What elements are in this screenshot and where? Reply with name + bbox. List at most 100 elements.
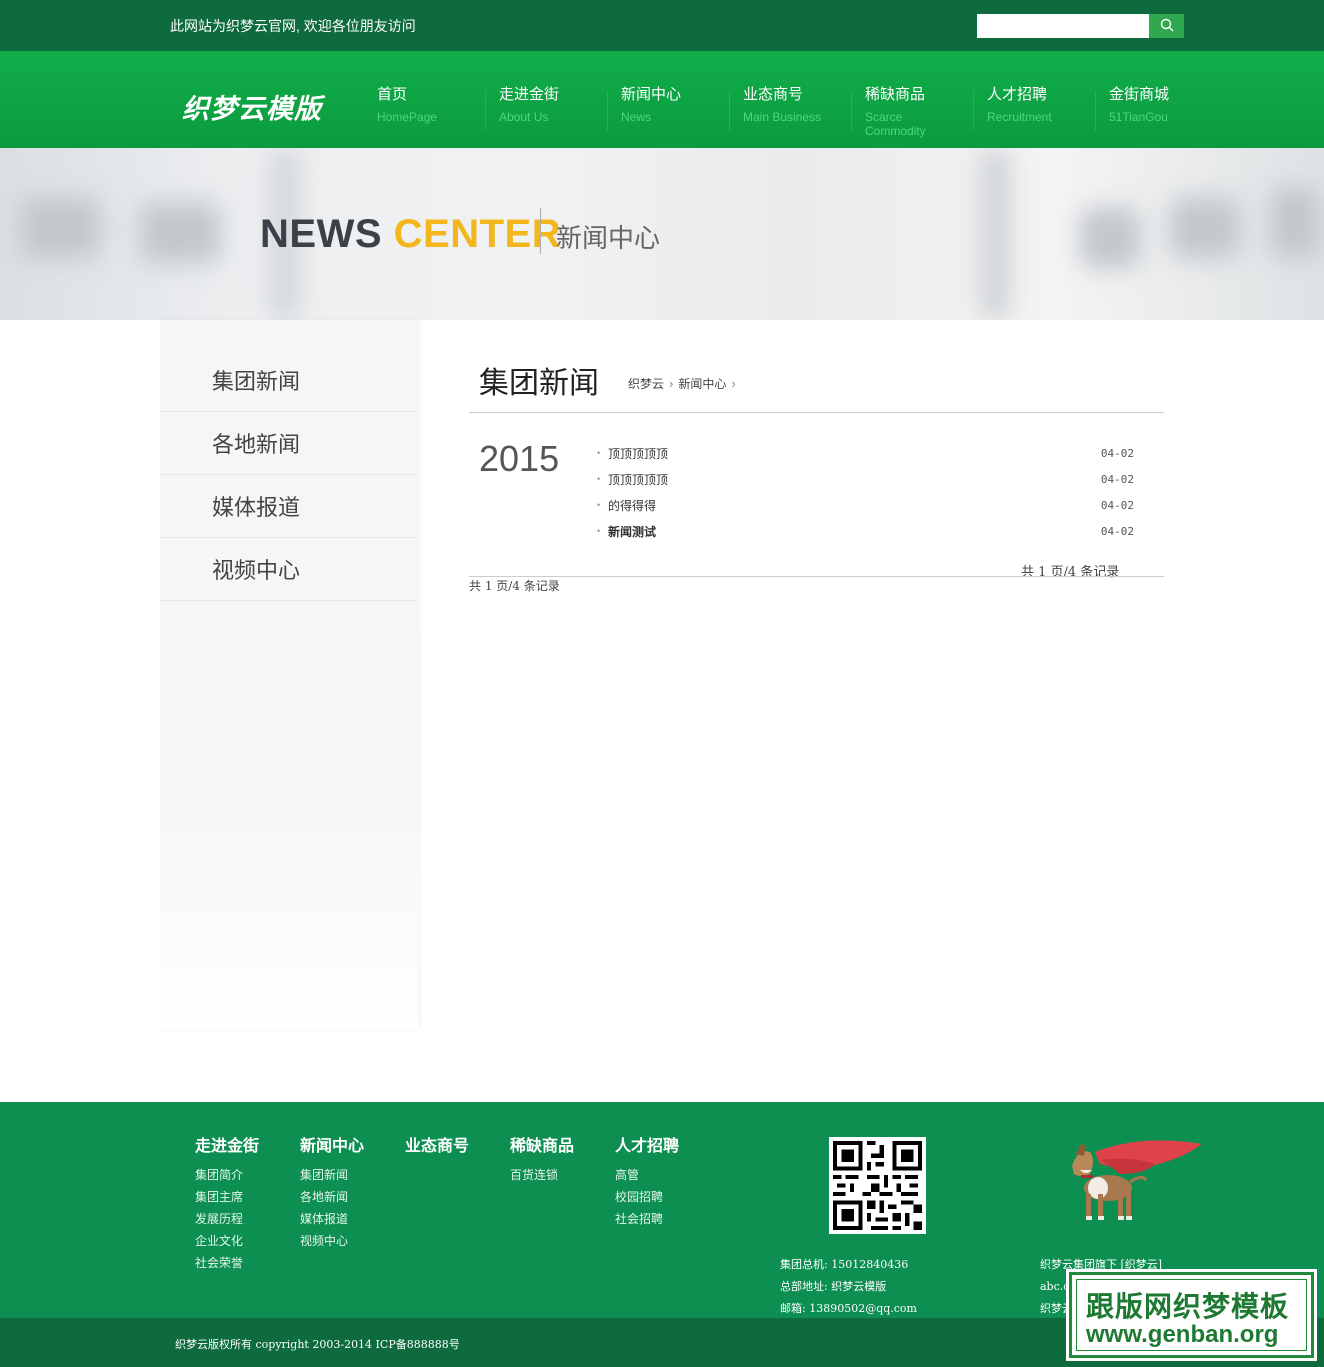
nav-label: 人才招聘 — [987, 86, 1048, 103]
nav-label: 业态商号 — [743, 86, 804, 103]
chevron-right-icon: › — [669, 376, 674, 391]
page-title: 集团新闻 — [479, 367, 599, 400]
contact-phone: 集团总机: 15012840436 — [780, 1258, 909, 1271]
news-date: 04-02 — [1100, 524, 1134, 538]
breadcrumb: 织梦云 › 新闻中心 › — [628, 375, 741, 392]
genban-watermark: 跟版网织梦模板 www.genban.org — [1066, 1269, 1317, 1361]
contact-info: 集团总机: 15012840436 总部地址: 织梦云模版 邮箱: 138905… — [780, 1254, 917, 1320]
search-icon — [1160, 18, 1174, 35]
bullet-icon: • — [597, 526, 601, 536]
banner-backdrop — [140, 203, 220, 263]
nav-label: 稀缺商品 — [865, 86, 926, 103]
banner-title-cn: 新闻中心 — [556, 223, 661, 253]
nav-label: 走进金街 — [499, 86, 560, 103]
banner-backdrop — [1170, 198, 1240, 258]
list-item[interactable]: • 新闻测试 04-02 — [597, 518, 1134, 544]
footer-link[interactable]: 发展历程 — [195, 1208, 259, 1230]
footer-column-recruitment: 人才招聘 高管 校园招聘 社会招聘 — [615, 1132, 679, 1230]
list-divider — [469, 576, 1164, 577]
banner-title-dark: NEWS — [260, 212, 382, 256]
sidebar-item-media-reports[interactable]: 媒体报道 — [160, 475, 418, 538]
sidebar-item-group-news[interactable]: 集团新闻 — [160, 320, 418, 412]
search-input[interactable] — [977, 14, 1149, 38]
banner-backdrop — [980, 148, 1010, 320]
nav-item-commodity[interactable]: 稀缺商品 Scarce Commodity — [852, 51, 974, 148]
footer-link[interactable]: 校园招聘 — [615, 1186, 679, 1208]
news-date: 04-02 — [1100, 472, 1134, 486]
header-nav-bar: 织梦云模版 首页 HomePage 走进金街 About Us 新闻中心 New… — [0, 51, 1324, 148]
footer-link[interactable]: 各地新闻 — [300, 1186, 364, 1208]
banner-backdrop — [20, 198, 100, 258]
nav-item-home[interactable]: 首页 HomePage — [364, 51, 486, 148]
footer-column-business: 业态商号 — [405, 1132, 469, 1164]
mascot-dog-image — [1050, 1130, 1210, 1230]
sidebar-item-video-center[interactable]: 视频中心 — [160, 538, 418, 601]
nav-item-business[interactable]: 业态商号 Main Business — [730, 51, 852, 148]
news-date: 04-02 — [1100, 498, 1134, 512]
contact-address: 总部地址: 织梦云模版 — [780, 1280, 887, 1293]
bullet-icon: • — [597, 474, 601, 484]
nav-sublabel: Recruitment — [987, 110, 1052, 124]
news-title[interactable]: 顶顶顶顶顶 — [608, 471, 1101, 488]
footer-column-head[interactable]: 人才招聘 — [615, 1132, 679, 1156]
news-date: 04-02 — [1100, 446, 1134, 460]
footer-column-head[interactable]: 稀缺商品 — [510, 1132, 574, 1156]
news-title[interactable]: 新闻测试 — [608, 523, 1101, 540]
news-title[interactable]: 的得得得 — [608, 497, 1101, 514]
nav-label: 新闻中心 — [621, 86, 682, 103]
nav-sublabel: 51TianGou — [1109, 110, 1168, 124]
footer-link[interactable]: 视频中心 — [300, 1230, 364, 1252]
footer-link[interactable]: 媒体报道 — [300, 1208, 364, 1230]
sidebar: 集团新闻 各地新闻 媒体报道 视频中心 — [160, 320, 418, 1030]
footer-link[interactable]: 高管 — [615, 1164, 679, 1186]
qr-code-icon — [829, 1137, 926, 1234]
welcome-text: 此网站为织梦云官网, 欢迎各位朋友访问 — [170, 18, 416, 34]
breadcrumb-news-center[interactable]: 新闻中心 — [678, 375, 726, 392]
footer-link[interactable]: 集团主席 — [195, 1186, 259, 1208]
banner-divider — [540, 208, 541, 254]
list-item[interactable]: • 顶顶顶顶顶 04-02 — [597, 440, 1134, 466]
nav-item-mall[interactable]: 金街商城 51TianGou — [1096, 51, 1218, 148]
footer-link[interactable]: 企业文化 — [195, 1230, 259, 1252]
site-logo[interactable]: 织梦云模版 — [182, 87, 322, 126]
nav-label: 金街商城 — [1109, 86, 1170, 103]
list-item[interactable]: • 顶顶顶顶顶 04-02 — [597, 466, 1134, 492]
search-button[interactable] — [1149, 14, 1184, 38]
news-title[interactable]: 顶顶顶顶顶 — [608, 445, 1101, 462]
footer-link[interactable]: 百货连锁 — [510, 1164, 574, 1186]
footer-link[interactable]: 集团简介 — [195, 1164, 259, 1186]
pagination-info: 共 1 页/4 条记录 — [1021, 565, 1120, 580]
footer-column-about: 走进金街 集团简介 集团主席 发展历程 企业文化 社会荣誉 — [195, 1132, 259, 1274]
list-item[interactable]: • 的得得得 04-02 — [597, 492, 1134, 518]
nav-item-recruitment[interactable]: 人才招聘 Recruitment — [974, 51, 1096, 148]
footer-column-head[interactable]: 走进金街 — [195, 1132, 259, 1156]
contact-email: 邮箱: 13890502@qq.com — [780, 1302, 917, 1315]
footer-column-commodity: 稀缺商品 百货连锁 — [510, 1132, 574, 1186]
banner-title-en: NEWS CENTER — [260, 212, 561, 257]
nav-sublabel: News — [621, 110, 652, 124]
chevron-right-icon: › — [731, 376, 736, 391]
footer-link[interactable]: 集团新闻 — [300, 1164, 364, 1186]
banner-backdrop — [1080, 208, 1140, 268]
breadcrumb-home[interactable]: 织梦云 — [628, 375, 664, 392]
nav-sublabel: About Us — [499, 110, 549, 124]
nav-sublabel: Main Business — [743, 110, 822, 124]
footer-column-head[interactable]: 新闻中心 — [300, 1132, 364, 1156]
top-bar: 此网站为织梦云官网, 欢迎各位朋友访问 — [0, 0, 1324, 51]
bullet-icon: • — [597, 448, 601, 458]
nav-sublabel: Scarce Commodity — [865, 110, 926, 138]
page-banner: NEWS CENTER 新闻中心 — [0, 148, 1324, 320]
footer-column-news: 新闻中心 集团新闻 各地新闻 媒体报道 视频中心 — [300, 1132, 364, 1252]
news-list: • 顶顶顶顶顶 04-02 • 顶顶顶顶顶 04-02 • 的得得得 04-02… — [597, 440, 1134, 544]
footer-column-head[interactable]: 业态商号 — [405, 1132, 469, 1156]
sidebar-item-local-news[interactable]: 各地新闻 — [160, 412, 418, 475]
watermark-url: www.genban.org — [1086, 1321, 1279, 1348]
nav-item-about[interactable]: 走进金街 About Us — [486, 51, 608, 148]
banner-title-accent: CENTER — [393, 212, 562, 256]
footer-link[interactable]: 社会荣誉 — [195, 1252, 259, 1274]
nav-item-news[interactable]: 新闻中心 News — [608, 51, 730, 148]
main-nav: 首页 HomePage 走进金街 About Us 新闻中心 News 业态商号… — [364, 51, 1218, 148]
watermark-title: 跟版网织梦模板 — [1086, 1291, 1290, 1322]
nav-sublabel: HomePage — [377, 110, 438, 124]
footer-link[interactable]: 社会招聘 — [615, 1208, 679, 1230]
